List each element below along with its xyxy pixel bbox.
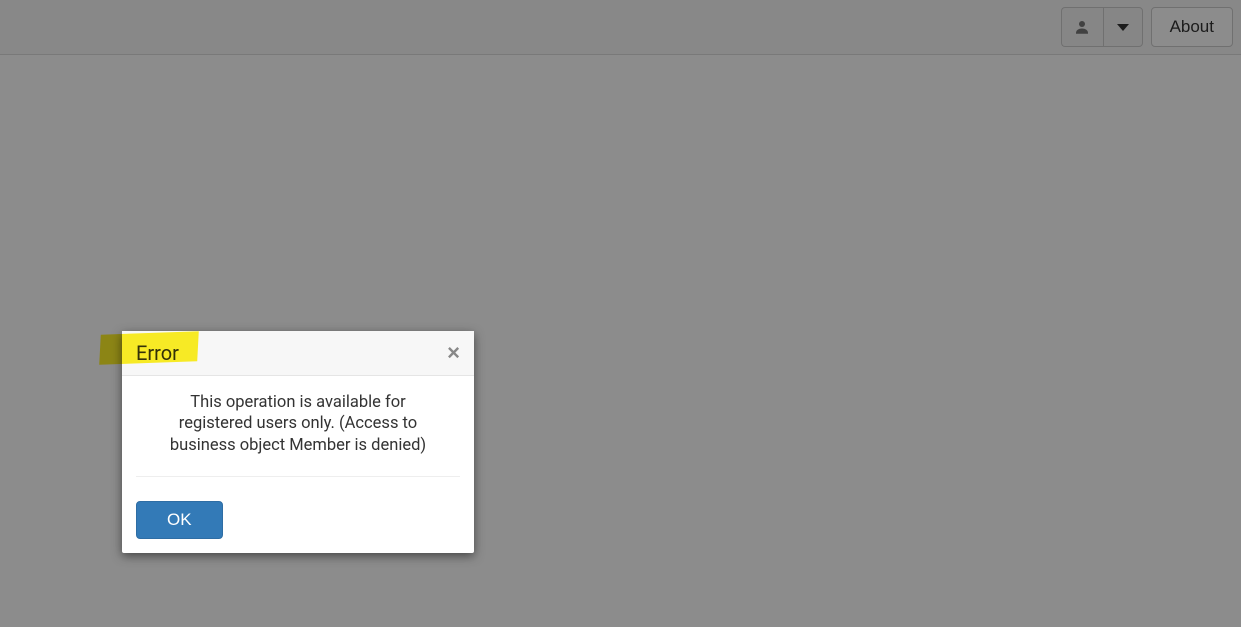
error-modal: Error × This operation is available for … (122, 331, 474, 553)
ok-button[interactable]: OK (136, 501, 223, 539)
modal-footer: OK (122, 487, 474, 553)
modal-message: This operation is available for register… (136, 376, 460, 477)
modal-title: Error (136, 341, 179, 365)
close-icon: × (447, 340, 460, 365)
modal-header: Error × (122, 331, 474, 376)
close-button[interactable]: × (447, 342, 460, 364)
